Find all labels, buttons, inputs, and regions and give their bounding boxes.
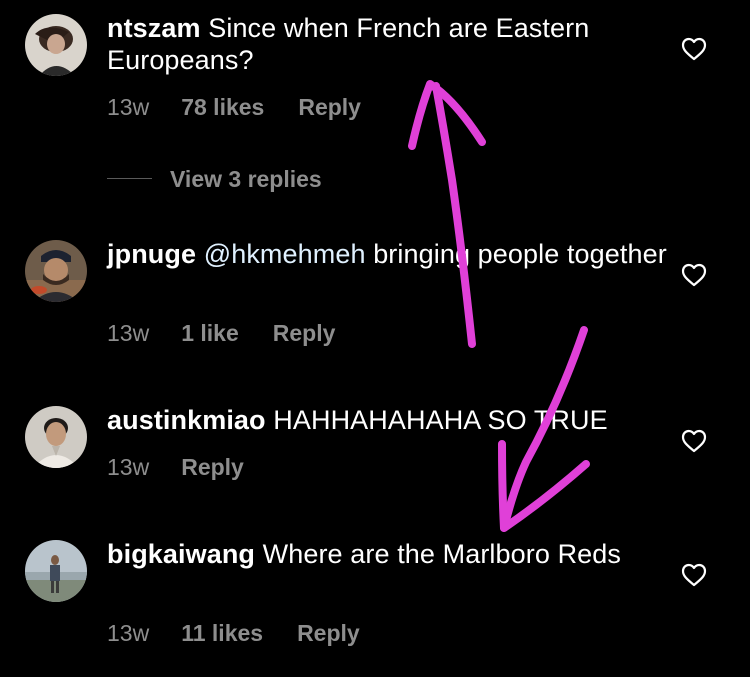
- comment-meta: 13w 1 like Reply: [107, 319, 335, 347]
- view-replies-button[interactable]: View 3 replies: [107, 165, 322, 193]
- username[interactable]: ntszam: [107, 13, 201, 43]
- likes-count[interactable]: 78 likes: [181, 93, 264, 121]
- replies-divider-line: [107, 178, 152, 180]
- avatar[interactable]: [25, 540, 87, 602]
- timestamp: 13w: [107, 94, 150, 120]
- comment-text: bigkaiwang Where are the Marlboro Reds: [107, 538, 667, 570]
- timestamp: 13w: [107, 320, 150, 346]
- reply-button[interactable]: Reply: [297, 619, 360, 647]
- heart-outline-icon[interactable]: [681, 37, 707, 61]
- username[interactable]: jpnuge: [107, 239, 196, 269]
- comment-text: ntszam Since when French are Eastern Eur…: [107, 12, 667, 76]
- up-arrow-shaft: [432, 82, 476, 348]
- reply-button[interactable]: Reply: [273, 319, 336, 347]
- down-arrow-head: [498, 440, 590, 532]
- timestamp: 13w: [107, 454, 150, 480]
- likes-count[interactable]: 11 likes: [181, 619, 263, 647]
- avatar[interactable]: [25, 406, 87, 468]
- username[interactable]: bigkaiwang: [107, 539, 255, 569]
- comment-meta: 13w Reply: [107, 453, 244, 481]
- heart-outline-icon[interactable]: [681, 263, 707, 287]
- reply-button[interactable]: Reply: [298, 93, 361, 121]
- timestamp: 13w: [107, 620, 150, 646]
- reply-button[interactable]: Reply: [181, 453, 244, 481]
- comment-body: HAHHAHAHAHA SO TRUE: [273, 405, 608, 435]
- likes-count[interactable]: 1 like: [181, 319, 239, 347]
- view-replies-label[interactable]: View 3 replies: [170, 166, 322, 192]
- up-arrow-head: [408, 80, 486, 150]
- comment-meta: 13w 11 likes Reply: [107, 619, 360, 647]
- avatar[interactable]: [25, 14, 87, 76]
- comment-text: austinkmiao HAHHAHAHAHA SO TRUE: [107, 404, 667, 436]
- comment-meta: 13w 78 likes Reply: [107, 93, 361, 121]
- comment-body: Where are the Marlboro Reds: [262, 539, 621, 569]
- heart-outline-icon[interactable]: [681, 563, 707, 587]
- comment-body: bringing people together: [373, 239, 667, 269]
- comment-text: jpnuge @hkmehmeh bringing people togethe…: [107, 238, 667, 270]
- heart-outline-icon[interactable]: [681, 429, 707, 453]
- avatar[interactable]: [25, 240, 87, 302]
- username[interactable]: austinkmiao: [107, 405, 266, 435]
- mention-link[interactable]: @hkmehmeh: [204, 239, 366, 269]
